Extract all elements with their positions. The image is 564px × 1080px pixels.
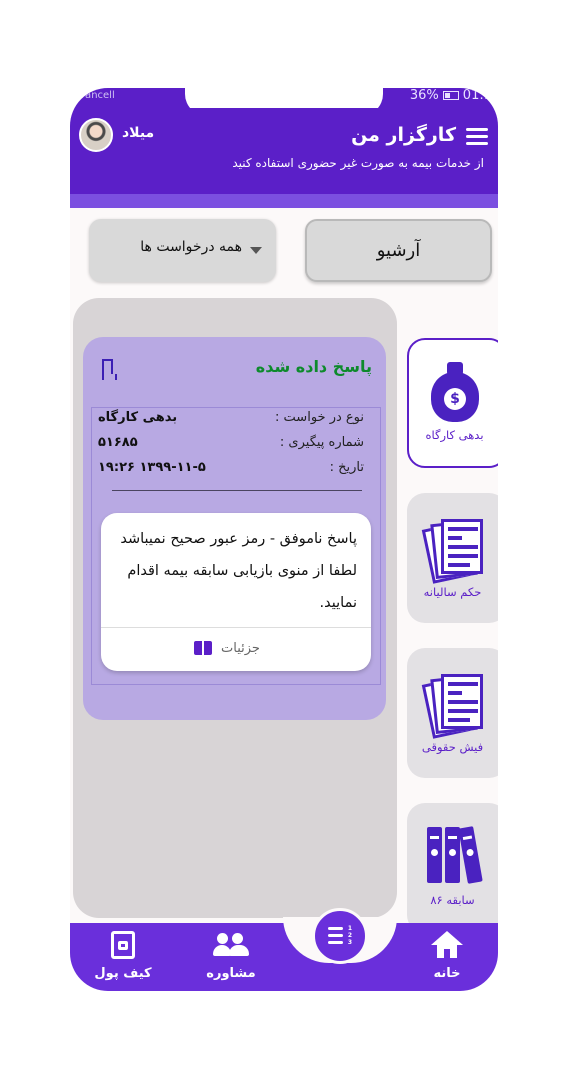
request-status: پاسخ داده شده <box>255 357 372 376</box>
bookmark-icon[interactable] <box>102 359 117 380</box>
details-label: جزئیات <box>221 640 260 656</box>
numbered-list-icon: 123 <box>328 925 352 947</box>
details-link[interactable]: جزئیات <box>193 637 260 659</box>
info-label: شماره پیگیری : <box>279 435 364 450</box>
info-value: ۱۳۹۹-۱۱-۵ ۱۹:۲۶ <box>98 460 206 475</box>
app-screen: Irancell 36% 01:1 کارگزار من از خدمات بی… <box>70 88 498 991</box>
side-menu-label: حکم سالیانه <box>423 585 482 599</box>
response-message: پاسخ ناموفق - رمز عبور صحیح نمیباشد لطفا… <box>120 531 357 611</box>
nav-label: مشاوره <box>206 966 256 981</box>
nav-wallet[interactable]: کیف پول <box>83 927 163 987</box>
side-menu-debt[interactable]: $ بدهی کارگاه <box>407 338 498 468</box>
nav-home[interactable]: خانه <box>407 927 487 987</box>
info-row-type: نوع در خواست : بدهی کارگاه <box>92 410 372 432</box>
side-menu-history[interactable]: سابقه ۸۶ <box>407 803 498 933</box>
info-value: ۵۱۶۸۵ <box>98 435 138 450</box>
app-title: کارگزار من <box>351 124 456 146</box>
side-menu-annual-decree[interactable]: حکم سالیانه <box>407 493 498 623</box>
home-icon <box>431 931 463 959</box>
request-filter-dropdown[interactable]: همه درخواست ها <box>89 219 276 282</box>
money-bag-icon: $ <box>431 362 479 424</box>
dropdown-selected-value: همه درخواست ها <box>140 239 242 255</box>
side-menu-label: سابقه ۸۶ <box>430 893 475 907</box>
status-right: 36% 01:1 <box>410 88 492 103</box>
open-book-icon <box>193 641 213 655</box>
info-row-date: تاریخ : ۱۳۹۹-۱۱-۵ ۱۹:۲۶ <box>92 460 372 482</box>
user-name: میلاد <box>122 125 155 141</box>
response-message-card: پاسخ ناموفق - رمز عبور صحیح نمیباشد لطفا… <box>101 513 371 671</box>
nav-consultation[interactable]: مشاوره <box>191 927 271 987</box>
carrier-name: Irancell <box>78 90 115 101</box>
requests-list-button[interactable]: 123 <box>312 908 368 964</box>
hamburger-menu-icon[interactable] <box>466 128 488 146</box>
archive-button[interactable]: آرشیو <box>305 219 492 282</box>
status-left: Irancell <box>78 90 115 101</box>
header-accent-strip <box>70 194 498 208</box>
info-value: بدهی کارگاه <box>98 410 178 425</box>
nav-label: کیف پول <box>94 966 152 981</box>
bottom-navigation: خانه مشاوره کیف پول <box>70 917 498 991</box>
chevron-down-icon <box>250 247 262 254</box>
app-subtitle: از خدمات بیمه به صورت غیر حضوری استفاده … <box>232 156 484 170</box>
clock: 01:1 <box>462 88 492 103</box>
documents-icon <box>421 515 485 585</box>
battery-percent: 36% <box>409 88 439 103</box>
wallet-icon <box>111 931 135 959</box>
divider <box>112 490 362 491</box>
avatar[interactable] <box>79 118 113 152</box>
app-header: کارگزار من از خدمات بیمه به صورت غیر حضو… <box>70 108 498 208</box>
info-row-tracking: شماره پیگیری : ۵۱۶۸۵ <box>92 435 372 457</box>
people-icon <box>213 933 249 957</box>
side-menu-label: فیش حقوقی <box>421 740 484 754</box>
binders-icon <box>427 826 487 885</box>
info-label: نوع در خواست : <box>275 410 364 425</box>
side-menu-label: بدهی کارگاه <box>425 428 484 442</box>
nav-label: خانه <box>433 966 461 981</box>
info-label: تاریخ : <box>329 460 364 475</box>
request-info-box: نوع در خواست : بدهی کارگاه شماره پیگیری … <box>91 407 381 685</box>
divider <box>101 627 371 628</box>
request-card[interactable]: پاسخ داده شده نوع در خواست : بدهی کارگاه… <box>83 337 386 720</box>
side-menu-payslip[interactable]: فیش حقوقی <box>407 648 498 778</box>
documents-icon <box>421 670 485 740</box>
battery-icon <box>442 91 459 100</box>
